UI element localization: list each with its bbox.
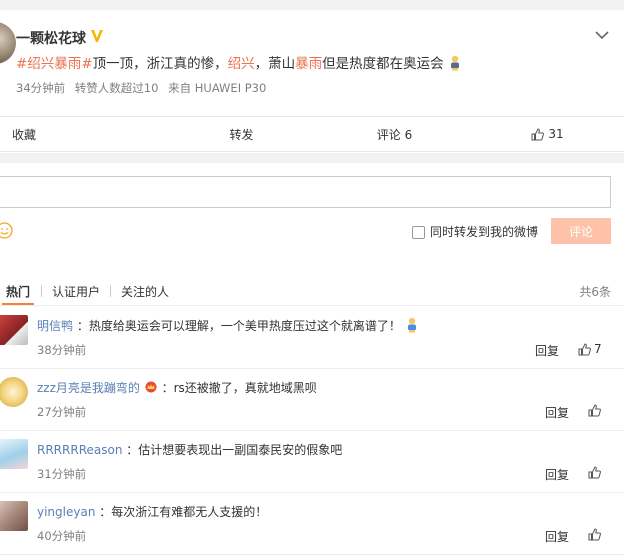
commenter-avatar[interactable] bbox=[0, 501, 28, 531]
reply-button[interactable]: 回复 bbox=[545, 528, 569, 545]
comment-like-count: 7 bbox=[594, 342, 602, 356]
repost-info: 转赞人数超过10 bbox=[74, 81, 159, 95]
comment-text: ：估计想要表现出一副国泰民安的假象吧 bbox=[126, 443, 343, 457]
repost-label: 转发 bbox=[229, 127, 254, 142]
comment-time: 27分钟前 bbox=[37, 405, 87, 419]
reply-button[interactable]: 回复 bbox=[535, 342, 559, 359]
post-meta: 34分钟前 转赞人数超过10 来自 HUAWEI P30 bbox=[16, 80, 272, 96]
comment-like-button[interactable] bbox=[588, 404, 604, 417]
filter-divider bbox=[41, 285, 42, 297]
commenter-avatar[interactable] bbox=[0, 315, 28, 345]
comment-text: ：每次浙江有难都无人支援的！ bbox=[99, 505, 268, 519]
post-text-part: 顶一顶，浙江真的惨， bbox=[92, 56, 228, 72]
action-bar: 收藏 转发 评论 6 31 bbox=[0, 116, 624, 152]
commenter-name[interactable]: 明信鸭 bbox=[37, 319, 73, 333]
thumbs-up-icon bbox=[588, 466, 601, 479]
post-source: 来自 HUAWEI P30 bbox=[168, 81, 267, 95]
reply-button[interactable]: 回复 bbox=[545, 466, 569, 483]
comment-content: yingleyan ：每次浙江有难都无人支援的！ bbox=[37, 503, 267, 520]
filter-following[interactable]: 关注的人 bbox=[121, 283, 169, 300]
comment-text: ：热度给奥运会可以理解，一个美甲热度压过这个就离谱了！ bbox=[76, 319, 401, 333]
comment-item: zzz月亮是我蹦弯的 ：rs还被撤了，真就地域黑呗 27分钟前 回复 bbox=[0, 369, 624, 431]
repost-button[interactable]: 转发 bbox=[165, 117, 318, 151]
emoji-picker-icon[interactable] bbox=[0, 222, 13, 239]
comment-content: 明信鸭 ：热度给奥运会可以理解，一个美甲热度压过这个就离谱了！ bbox=[37, 317, 419, 334]
commenter-avatar[interactable] bbox=[0, 439, 28, 469]
comment-button[interactable]: 评论 6 bbox=[318, 117, 471, 151]
post-text-part: ，萧山 bbox=[254, 56, 296, 72]
comment-time: 40分钟前 bbox=[37, 529, 87, 543]
comment-text: ：rs还被撤了，真就地域黑呗 bbox=[161, 381, 317, 395]
comment-total: 共6条 bbox=[579, 285, 611, 299]
membership-crown-icon bbox=[145, 381, 157, 393]
repost-checkbox-label[interactable]: 同时转发到我的微博 bbox=[430, 223, 538, 240]
hashtag-link[interactable]: #绍兴暴雨# bbox=[16, 56, 93, 72]
comment-item: yingleyan ：每次浙江有难都无人支援的！ 40分钟前 回复 bbox=[0, 493, 624, 555]
verified-badge-icon bbox=[91, 30, 103, 42]
active-tab-indicator bbox=[2, 303, 34, 305]
author-avatar[interactable] bbox=[0, 22, 16, 64]
author-name[interactable]: 一颗松花球 bbox=[16, 28, 86, 48]
thumbs-up-icon bbox=[588, 528, 601, 541]
comment-like-button[interactable] bbox=[588, 528, 604, 541]
like-button[interactable]: 31 bbox=[471, 117, 624, 151]
comment-time: 31分钟前 bbox=[37, 467, 87, 481]
comment-label: 评论 6 bbox=[376, 127, 413, 142]
thumbs-up-icon bbox=[578, 342, 591, 355]
chevron-down-icon[interactable] bbox=[595, 30, 609, 40]
comment-input[interactable] bbox=[0, 176, 611, 208]
comment-like-button[interactable]: 7 bbox=[578, 342, 602, 356]
comment-like-button[interactable] bbox=[588, 466, 604, 479]
comment-content: RRRRRReason ：估计想要表现出一副国泰民安的假象吧 bbox=[37, 441, 342, 458]
thumbs-up-icon bbox=[588, 404, 601, 417]
emoji-figure-icon bbox=[450, 55, 459, 71]
thumbs-up-icon bbox=[531, 127, 545, 140]
repost-checkbox[interactable] bbox=[412, 226, 425, 239]
post-body: #绍兴暴雨#顶一顶，浙江真的惨，绍兴，萧山暴雨但是热度都在奥运会 bbox=[16, 52, 462, 72]
reply-button[interactable]: 回复 bbox=[545, 404, 569, 421]
filter-hot[interactable]: 热门 bbox=[6, 283, 30, 300]
emoji-figure-icon bbox=[407, 317, 416, 333]
weibo-post-card: 一颗松花球 #绍兴暴雨#顶一顶，浙江真的惨，绍兴，萧山暴雨但是热度都在奥运会 3… bbox=[0, 0, 624, 560]
commenter-name[interactable]: zzz月亮是我蹦弯的 bbox=[37, 381, 140, 395]
comment-item: RRRRRReason ：估计想要表现出一副国泰民安的假象吧 31分钟前 回复 bbox=[0, 431, 624, 493]
comment-time: 38分钟前 bbox=[37, 343, 87, 357]
keyword-link[interactable]: 绍兴 bbox=[228, 56, 255, 72]
comment-content: zzz月亮是我蹦弯的 ：rs还被撤了，真就地域黑呗 bbox=[37, 379, 317, 396]
comment-filter-bar: 热门 认证用户 关注的人 共6条 bbox=[0, 278, 624, 306]
top-gap bbox=[0, 0, 624, 10]
filter-verified[interactable]: 认证用户 bbox=[52, 283, 100, 300]
like-count: 31 bbox=[548, 127, 564, 141]
commenter-name[interactable]: yingleyan bbox=[37, 505, 95, 519]
post-text-part: 但是热度都在奥运会 bbox=[322, 56, 444, 72]
commenter-avatar[interactable] bbox=[0, 377, 28, 407]
filter-divider bbox=[110, 285, 111, 297]
comment-item: 明信鸭 ：热度给奥运会可以理解，一个美甲热度压过这个就离谱了！ 38分钟前 回复… bbox=[0, 307, 624, 369]
favorite-button[interactable]: 收藏 bbox=[0, 117, 165, 151]
post-time[interactable]: 34分钟前 bbox=[16, 81, 65, 95]
keyword-link[interactable]: 暴雨 bbox=[295, 56, 322, 72]
section-gap bbox=[0, 153, 624, 163]
favorite-label: 收藏 bbox=[12, 127, 37, 142]
commenter-name[interactable]: RRRRRReason bbox=[37, 443, 122, 457]
submit-comment-button[interactable]: 评论 bbox=[551, 218, 611, 244]
